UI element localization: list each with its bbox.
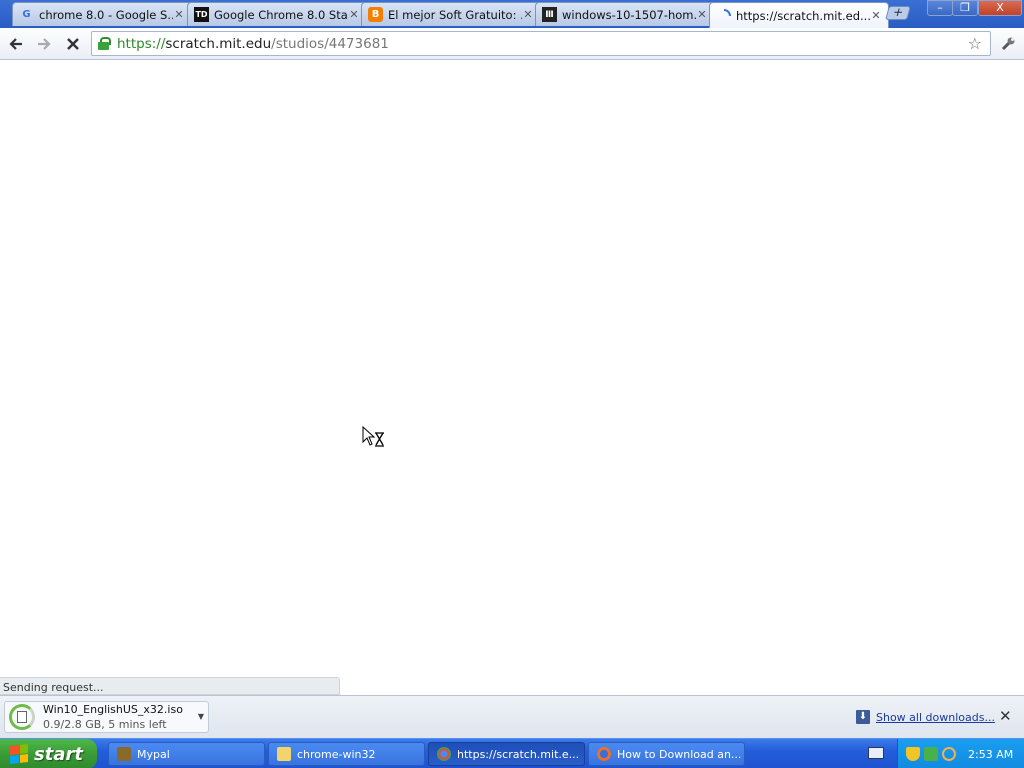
show-all-downloads-link[interactable]: Show all downloads... (876, 711, 995, 724)
firefox-icon (597, 747, 611, 761)
task-label: How to Download an... (617, 747, 742, 761)
blogger-icon: B (368, 7, 383, 22)
show-all-downloads[interactable]: ⬇ Show all downloads... (856, 710, 995, 724)
lock-icon (98, 37, 111, 50)
wrench-menu-button[interactable] (997, 33, 1019, 55)
system-tray: 2:53 AM (897, 739, 1024, 768)
bookmark-star-icon[interactable]: ☆ (968, 34, 982, 53)
taskbar-item-mypal[interactable]: Mypal (108, 742, 265, 766)
back-arrow-icon (9, 38, 22, 50)
td-icon: TD (194, 7, 209, 22)
google-icon: G (22, 9, 31, 20)
keyboard-icon[interactable] (868, 747, 884, 759)
start-button[interactable]: start (0, 739, 97, 768)
tab-1[interactable]: G chrome 8.0 - Google S... ✕ (12, 2, 192, 26)
taskbar-item-folder[interactable]: chrome-win32 (268, 742, 425, 766)
restore-button[interactable]: ❐ (952, 0, 978, 16)
taskbar-item-firefox[interactable]: How to Download an... (588, 742, 745, 766)
toolbar: https://scratch.mit.edu/studios/4473681 … (0, 28, 1024, 60)
url-path: /studios/4473681 (271, 35, 389, 52)
tab-close-icon[interactable]: ✕ (348, 8, 360, 21)
chrome-icon (437, 747, 451, 761)
url-scheme: https:// (117, 35, 166, 52)
folder-icon (277, 747, 291, 761)
tab-strip: G chrome 8.0 - Google S... ✕ TD Google C… (0, 0, 1024, 28)
download-item[interactable]: Win10_EnglishUS_x32.iso 0.9/2.8 GB, 5 mi… (4, 701, 209, 733)
stop-button[interactable] (62, 33, 84, 55)
tab-close-icon[interactable]: ✕ (870, 9, 882, 22)
archive-icon: Ⅲ (542, 7, 557, 22)
download-progress-icon (9, 704, 35, 730)
tab-4[interactable]: Ⅲ windows-10-1507-hom... ✕ (535, 2, 715, 26)
tab-title: https://scratch.mit.ed... (736, 8, 870, 23)
tab-2[interactable]: TD Google Chrome 8.0 Sta... ✕ (187, 2, 367, 26)
tab-title: El mejor Soft Gratuito: ... (388, 7, 522, 22)
back-button[interactable] (5, 33, 27, 55)
minimize-button[interactable]: – (927, 0, 953, 16)
tab-title: windows-10-1507-hom... (562, 7, 696, 22)
busy-cursor-icon (362, 426, 384, 447)
shield-icon[interactable] (906, 747, 920, 761)
download-filename: Win10_EnglishUS_x32.iso (43, 703, 183, 716)
tab-close-icon[interactable]: ✕ (173, 8, 185, 21)
tab-5-active[interactable]: https://scratch.mit.ed... ✕ (709, 2, 889, 28)
tab-3[interactable]: B El mejor Soft Gratuito: ... ✕ (361, 2, 541, 26)
page-content (0, 61, 1024, 695)
network-icon[interactable] (924, 747, 938, 761)
chevron-down-icon[interactable]: ▼ (198, 712, 204, 721)
tab-title: Google Chrome 8.0 Sta... (214, 7, 348, 22)
download-progress-text: 0.9/2.8 GB, 5 mins left (43, 718, 167, 731)
forward-arrow-icon (38, 38, 51, 50)
tab-close-icon[interactable]: ✕ (522, 8, 534, 21)
task-label: Mypal (137, 747, 170, 761)
windows-flag-icon (10, 744, 28, 764)
start-label: start (34, 743, 83, 765)
status-bubble: Sending request... (0, 677, 340, 695)
wrench-icon (1001, 37, 1015, 51)
tab-title: chrome 8.0 - Google S... (39, 7, 173, 22)
new-tab-button[interactable]: + (885, 5, 911, 20)
clock: 2:53 AM (968, 747, 1014, 761)
download-arrow-icon: ⬇ (856, 710, 870, 724)
loading-spinner-icon (716, 8, 731, 23)
search-icon[interactable] (942, 747, 956, 761)
forward-button[interactable] (33, 33, 55, 55)
stop-x-icon (67, 38, 79, 50)
taskbar-item-chrome[interactable]: https://scratch.mit.e... (428, 742, 585, 766)
url-host: scratch.mit.edu (165, 35, 272, 52)
address-bar[interactable]: https://scratch.mit.edu/studios/4473681 … (91, 31, 991, 56)
download-shelf: Win10_EnglishUS_x32.iso 0.9/2.8 GB, 5 mi… (0, 695, 1024, 738)
mypal-icon (117, 747, 131, 761)
close-shelf-icon[interactable]: ✕ (999, 707, 1012, 725)
task-label: chrome-win32 (297, 747, 376, 761)
tab-close-icon[interactable]: ✕ (696, 8, 708, 21)
close-window-button[interactable]: X (978, 0, 1022, 16)
task-label: https://scratch.mit.e... (457, 747, 580, 761)
taskbar: start Mypal chrome-win32 https://scratch… (0, 738, 1024, 768)
